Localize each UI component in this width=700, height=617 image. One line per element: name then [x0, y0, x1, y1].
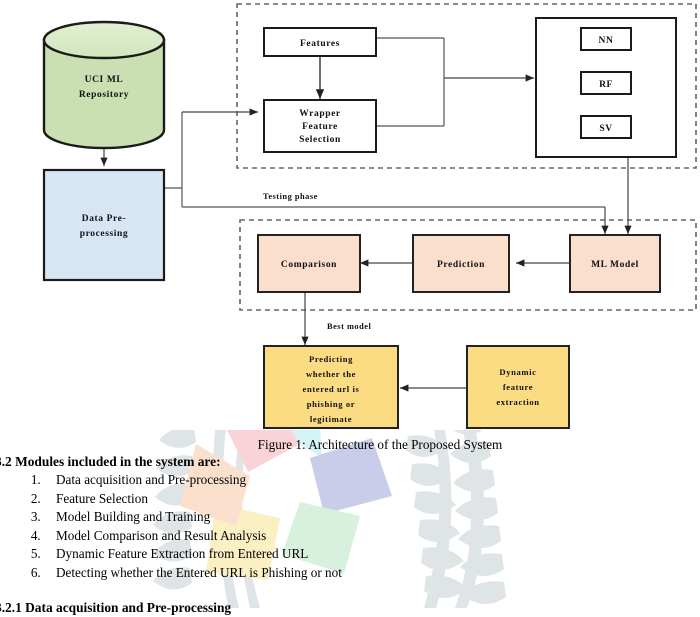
comparison-node: Comparison	[257, 234, 361, 293]
model-sv-label: SV	[599, 124, 612, 134]
uci-repository-label-line1: UCI ML	[85, 75, 124, 85]
list-item: Dynamic Feature Extraction from Entered …	[44, 545, 700, 564]
modules-list: Data acquisition and Pre-processing Feat…	[0, 471, 700, 583]
prediction-label: Prediction	[437, 260, 485, 270]
comparison-label: Comparison	[281, 260, 337, 270]
wrapper-label-line2: Feature	[302, 122, 338, 132]
data-preprocessing-node: Data Pre- processing	[42, 168, 166, 282]
list-item: Model Building and Training	[44, 508, 700, 527]
features-label: Features	[300, 39, 340, 49]
predicting-label-line2: whether the	[306, 369, 356, 379]
ml-model-node: ML Model	[569, 234, 661, 293]
model-nn-label: NN	[599, 36, 614, 46]
wrapper-feature-selection-node: Wrapper Feature Selection	[263, 99, 377, 153]
uci-repository-label-line2: Repository	[79, 90, 129, 100]
figure-caption: Figure 1: Architecture of the Proposed S…	[257, 437, 503, 452]
list-item: Model Comparison and Result Analysis	[44, 527, 700, 546]
preprocessing-label-line2: processing	[80, 229, 129, 239]
wrapper-label-line3: Selection	[299, 135, 341, 145]
predicting-result-node: Predicting whether the entered url is ph…	[263, 345, 399, 429]
model-rf-node: RF	[580, 71, 632, 95]
model-nn-node: NN	[580, 27, 632, 51]
architecture-diagram: UCI ML Repository Data Pre- processing F…	[0, 0, 700, 440]
modules-heading: 3.2 Modules included in the system are:	[0, 454, 221, 469]
list-item: Detecting whether the Entered URL is Phi…	[44, 564, 700, 583]
dynamic-feature-extraction-node: Dynamic feature extraction	[466, 345, 570, 429]
predicting-label-line5: legitimate	[310, 414, 352, 424]
testing-phase-edge-label: Testing phase	[263, 192, 318, 201]
dynamic-label-line1: Dynamic	[499, 367, 536, 377]
dynamic-label-line3: extraction	[496, 397, 539, 407]
model-sv-node: SV	[580, 115, 632, 139]
list-item: Feature Selection	[44, 490, 700, 509]
preprocessing-label-line1: Data Pre-	[82, 214, 127, 224]
predicting-label-line1: Predicting	[309, 354, 353, 364]
list-item: Data acquisition and Pre-processing	[44, 471, 700, 490]
wrapper-label-line1: Wrapper	[299, 109, 341, 119]
models-group-node: NN RF SV	[535, 17, 677, 158]
features-node: Features	[263, 27, 377, 57]
prediction-node: Prediction	[412, 234, 510, 293]
best-model-edge-label: Best model	[327, 322, 371, 331]
dynamic-label-line2: feature	[503, 382, 533, 392]
predicting-label-line4: phishing or	[307, 399, 355, 409]
model-rf-label: RF	[599, 80, 613, 90]
ml-model-label: ML Model	[591, 260, 639, 270]
predicting-label-line3: entered url is	[303, 384, 360, 394]
document-text-block: Figure 1: Architecture of the Proposed S…	[0, 436, 700, 617]
uci-ml-repository-node: UCI ML Repository	[42, 20, 166, 150]
